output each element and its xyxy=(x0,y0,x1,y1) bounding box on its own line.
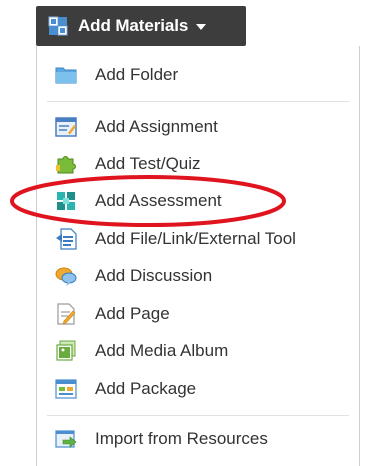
puzzle-icon xyxy=(56,156,76,174)
menu-item-label: Add Folder xyxy=(95,65,179,84)
menu-item-label: Add Package xyxy=(95,379,197,398)
add-materials-icon xyxy=(48,16,68,36)
file-link-icon xyxy=(56,228,77,250)
menu-item-label: Add Assignment xyxy=(95,117,218,136)
assignment-icon xyxy=(55,117,77,137)
menu-divider xyxy=(47,101,349,102)
menu-item-label: Add Test/Quiz xyxy=(95,154,201,173)
add-materials-button[interactable]: Add Materials xyxy=(36,6,246,46)
menu-item-add-media-album[interactable]: Add Media Album xyxy=(55,334,228,368)
menu-item-import-from-resources[interactable]: Import from Resources xyxy=(55,422,268,456)
menu-item-add-folder[interactable]: Add Folder xyxy=(55,58,178,92)
screenshot-stage: Add Materials Add Folder Add Assignment xyxy=(0,0,368,466)
menu-item-label: Add File/Link/External Tool xyxy=(95,229,296,248)
menu-item-add-assignment[interactable]: Add Assignment xyxy=(55,110,218,144)
add-materials-label: Add Materials xyxy=(78,16,189,35)
menu-item-add-page[interactable]: Add Page xyxy=(55,297,170,331)
discussion-icon xyxy=(55,267,77,286)
menu-item-add-test-quiz[interactable]: Add Test/Quiz xyxy=(55,147,201,181)
menu-item-add-package[interactable]: Add Package xyxy=(55,372,196,406)
menu-item-label: Add Media Album xyxy=(95,341,229,360)
menu-item-label: Import from Resources xyxy=(95,429,268,448)
menu-item-add-file-link[interactable]: Add File/Link/External Tool xyxy=(55,222,296,256)
import-icon xyxy=(55,430,77,448)
add-materials-menu: Add Folder Add Assignment Add Test/Quiz xyxy=(36,46,360,466)
media-album-icon xyxy=(56,340,76,361)
menu-item-label: Add Page xyxy=(95,304,170,323)
page-icon xyxy=(57,303,76,325)
menu-item-add-discussion[interactable]: Add Discussion xyxy=(55,259,212,293)
menu-item-add-assessment[interactable]: Add Assessment xyxy=(55,184,222,218)
caret-down-icon xyxy=(196,24,207,30)
package-icon xyxy=(55,379,77,399)
folder-icon xyxy=(55,67,77,84)
menu-divider xyxy=(47,415,349,416)
assessment-icon xyxy=(57,192,75,210)
menu-item-label: Add Assessment xyxy=(95,191,222,210)
menu-item-label: Add Discussion xyxy=(95,266,213,285)
